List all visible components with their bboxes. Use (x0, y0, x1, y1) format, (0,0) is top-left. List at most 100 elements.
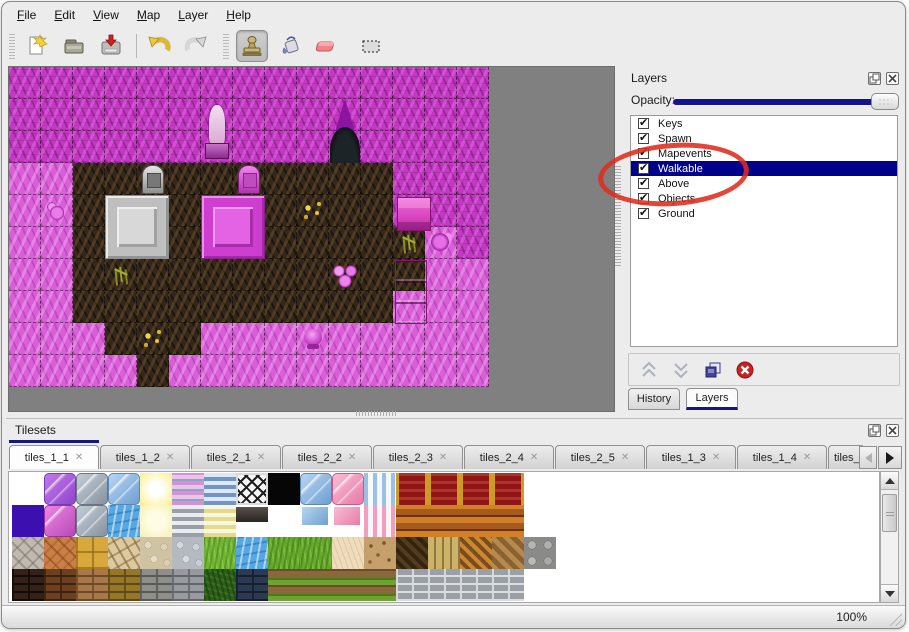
palette-tile-r0-c15[interactable] (492, 473, 524, 505)
tileset-tab-tiles_2_2[interactable]: tiles_2_2 ✕ (282, 445, 372, 469)
map-tile-r4-c7[interactable] (233, 195, 265, 227)
dock-tab-layers[interactable]: Layers (686, 388, 738, 410)
map-tile-r5-c10[interactable] (329, 227, 361, 259)
undo-button[interactable] (144, 31, 174, 61)
layer-row-objects[interactable]: Objects (631, 191, 897, 206)
map-tile-r4-c12[interactable] (393, 195, 425, 227)
map-tile-r9-c9[interactable] (297, 355, 329, 387)
tab-close-icon[interactable]: ✕ (75, 452, 83, 463)
dock-tab-history[interactable]: History (628, 388, 680, 410)
map-tile-r0-c11[interactable] (361, 67, 393, 99)
palette-tile-r3-c12[interactable] (396, 569, 428, 601)
new-map-button[interactable] (22, 31, 52, 61)
toolbar-drag-handle-2[interactable] (223, 33, 229, 59)
palette-tile-r0-c16[interactable] (524, 473, 556, 505)
map-tile-r5-c4[interactable] (137, 227, 169, 259)
map-tile-r2-c7[interactable] (233, 131, 265, 163)
fill-tool-button[interactable] (275, 31, 305, 61)
map-tile-r6-c2[interactable] (73, 259, 105, 291)
palette-tile-r2-c9[interactable] (300, 537, 332, 569)
palette-tile-r0-c5[interactable] (172, 473, 204, 505)
map-tile-r7-c1[interactable] (41, 291, 73, 323)
map-tile-r7-c0[interactable] (9, 291, 41, 323)
palette-tile-r3-c7[interactable] (236, 569, 268, 601)
palette-tile-r1-c5[interactable] (172, 505, 204, 537)
map-tile-r3-c8[interactable] (265, 163, 297, 195)
map-tile-r8-c10[interactable] (329, 323, 361, 355)
map-tile-r1-c5[interactable] (169, 99, 201, 131)
menu-map[interactable]: Map (128, 3, 169, 27)
map-tile-r6-c11[interactable] (361, 259, 393, 291)
map-tile-r3-c12[interactable] (393, 163, 425, 195)
tabs-scroll-right-button[interactable] (878, 446, 902, 469)
map-tile-r6-c12[interactable] (393, 259, 425, 291)
tilesets-dock-close-button[interactable] (886, 424, 899, 437)
tabs-scroll-left-button[interactable] (859, 446, 877, 469)
map-tile-r9-c2[interactable] (73, 355, 105, 387)
map-tile-r4-c1[interactable] (41, 195, 73, 227)
map-tile-r8-c0[interactable] (9, 323, 41, 355)
opacity-slider-track[interactable] (673, 99, 875, 105)
map-tile-r8-c1[interactable] (41, 323, 73, 355)
map-tile-r0-c9[interactable] (297, 67, 329, 99)
tileset-tab-tiles_2_3[interactable]: tiles_2_3 ✕ (373, 445, 463, 469)
menu-view[interactable]: View (84, 3, 128, 27)
layer-row-keys[interactable]: Keys (631, 116, 897, 131)
map-tile-r6-c14[interactable] (457, 259, 489, 291)
palette-tile-r2-c10[interactable] (332, 537, 364, 569)
palette-tile-r0-c1[interactable] (44, 473, 76, 505)
map-tile-r9-c7[interactable] (233, 355, 265, 387)
map-tile-r5-c5[interactable] (169, 227, 201, 259)
map-tile-r7-c13[interactable] (425, 291, 457, 323)
map-tile-r6-c7[interactable] (233, 259, 265, 291)
map-tile-r6-c5[interactable] (169, 259, 201, 291)
map-tile-r1-c1[interactable] (41, 99, 73, 131)
map-tile-r5-c8[interactable] (265, 227, 297, 259)
map-tile-r7-c12[interactable] (393, 291, 425, 323)
palette-tile-r1-c14[interactable] (460, 505, 492, 537)
map-tile-r4-c2[interactable] (73, 195, 105, 227)
map-tile-r3-c13[interactable] (425, 163, 457, 195)
palette-tile-r3-c9[interactable] (300, 569, 332, 601)
palette-tile-r3-c2[interactable] (76, 569, 108, 601)
map-tile-r6-c0[interactable] (9, 259, 41, 291)
map-tile-r0-c5[interactable] (169, 67, 201, 99)
tileset-tab-tiles_2_1[interactable]: tiles_2_1 ✕ (191, 445, 281, 469)
map-tile-r4-c11[interactable] (361, 195, 393, 227)
palette-tile-r0-c6[interactable] (204, 473, 236, 505)
map-tile-r5-c0[interactable] (9, 227, 41, 259)
palette-tile-r2-c1[interactable] (44, 537, 76, 569)
layer-visibility-checkbox[interactable] (638, 206, 649, 219)
map-tile-r7-c11[interactable] (361, 291, 393, 323)
palette-tile-r1-c9[interactable] (300, 505, 332, 537)
palette-scrollbar[interactable] (880, 471, 899, 603)
palette-tile-r1-c4[interactable] (140, 505, 172, 537)
map-tile-r7-c10[interactable] (329, 291, 361, 323)
map-tile-r4-c4[interactable] (137, 195, 169, 227)
palette-tile-r3-c6[interactable] (204, 569, 236, 601)
map-tile-r2-c11[interactable] (361, 131, 393, 163)
map-tile-r5-c14[interactable] (457, 227, 489, 259)
map-tile-r5-c13[interactable] (425, 227, 457, 259)
palette-tile-r1-c16[interactable] (524, 505, 556, 537)
palette-tile-r0-c3[interactable] (108, 473, 140, 505)
tab-close-icon[interactable]: ✕ (530, 452, 538, 463)
map-tile-r1-c11[interactable] (361, 99, 393, 131)
stamp-tool-button[interactable] (236, 30, 268, 62)
map-tile-r8-c4[interactable] (137, 323, 169, 355)
map-tile-r9-c4[interactable] (137, 355, 169, 387)
map-tile-r9-c10[interactable] (329, 355, 361, 387)
palette-tile-r3-c3[interactable] (108, 569, 140, 601)
palette-tile-r1-c0[interactable] (12, 505, 44, 537)
map-tile-r6-c10[interactable] (329, 259, 361, 291)
map-tile-r0-c13[interactable] (425, 67, 457, 99)
map-tile-r1-c2[interactable] (73, 99, 105, 131)
palette-tile-r2-c4[interactable] (140, 537, 172, 569)
toolbar-drag-handle[interactable] (9, 33, 15, 59)
map-tile-r2-c3[interactable] (105, 131, 137, 163)
map-tile-r3-c6[interactable] (201, 163, 233, 195)
map-tile-r8-c2[interactable] (73, 323, 105, 355)
map-canvas[interactable] (9, 67, 489, 387)
map-tile-r2-c4[interactable] (137, 131, 169, 163)
palette-tile-r3-c14[interactable] (460, 569, 492, 601)
